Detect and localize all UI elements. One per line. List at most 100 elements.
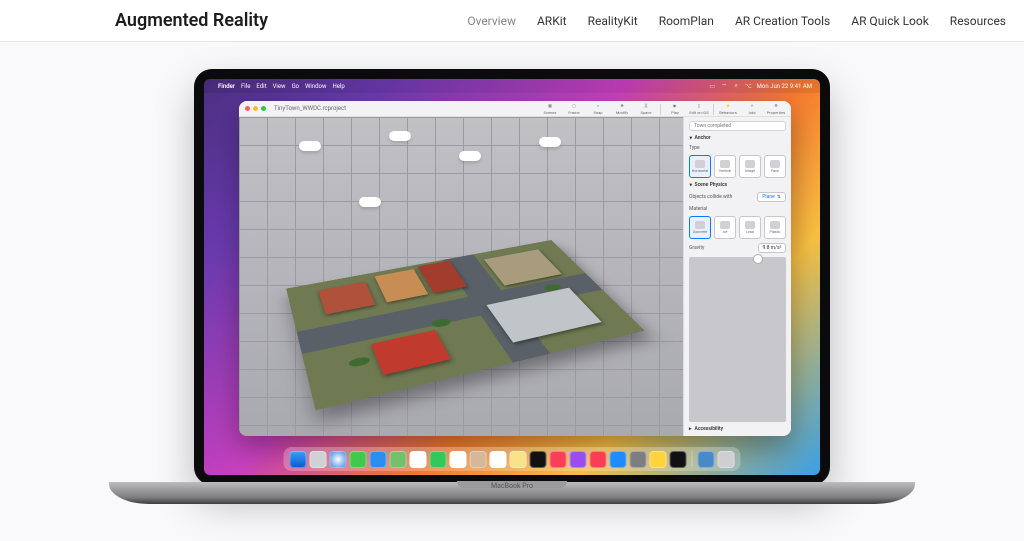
anchor-tile-horizontal[interactable]: Horizontal [689,155,711,178]
nav-link-overview[interactable]: Overview [467,14,516,28]
toolbar-add[interactable]: ＋Add [741,102,763,117]
dock-icon-tv[interactable] [530,451,547,468]
anchor-tile-image[interactable]: Image [739,155,761,178]
collide-dropdown[interactable]: Plane⇅ [757,192,786,202]
image-icon [745,160,755,168]
anchor-tile-vertical[interactable]: Vertical [714,155,736,178]
section-anchor-header[interactable]: Anchor [689,135,786,141]
face-icon [770,160,780,168]
menubar-right: ▭ ⌔ ⌕ ⌥ Mon Jun 22 9:41 AM [709,83,812,90]
material-tile-plastic[interactable]: Plastic [764,216,786,239]
toolbar-modify[interactable]: ✥Modify [611,102,633,117]
toolbar-space[interactable]: ╳Space [635,102,657,117]
gravity-label: Gravity [689,245,704,251]
dock-icon-mail[interactable] [370,451,387,468]
dock-icon-maps[interactable] [390,451,407,468]
magnet-icon: ∩ [595,103,602,109]
search-icon[interactable]: ⌕ [733,83,740,90]
dock-icon-contacts[interactable] [470,451,487,468]
dock-icon-downloads[interactable] [698,451,715,468]
material-icon [695,221,705,229]
dock-icon-app-store[interactable] [610,451,627,468]
material-icon [770,221,780,229]
nav-link-ar-quick-look[interactable]: AR Quick Look [851,14,929,28]
toolbar-properties[interactable]: ⚙Properties [765,102,787,117]
building[interactable] [371,330,451,375]
dock-icon-reminders[interactable] [490,451,507,468]
section-accessibility-header[interactable]: Accessibility [689,426,786,432]
dock-icon-terminal[interactable] [670,451,687,468]
toolbar-behaviors[interactable]: ⚡Behaviors [717,102,739,117]
scene-board[interactable] [286,240,644,411]
nav-link-realitykit[interactable]: RealityKit [588,14,638,28]
dock-icon-safari[interactable] [330,451,347,468]
battery-icon[interactable]: ▭ [709,83,716,90]
toolbar-play[interactable]: ▶Play [664,102,686,117]
material-tile-lead[interactable]: Lead [739,216,761,239]
anchor-tile-face[interactable]: Face [764,155,786,178]
menubar-file[interactable]: File [241,83,250,90]
cloud-icon [359,197,381,207]
menubar-help[interactable]: Help [333,83,345,90]
control-center-icon[interactable]: ⌥ [745,83,752,90]
dock-icon-launchpad[interactable] [310,451,327,468]
nav-link-resources[interactable]: Resources [950,14,1006,28]
dock-icon-finder[interactable] [290,451,307,468]
scene-name-field[interactable]: Town completed [689,121,786,131]
close-icon[interactable] [245,106,250,111]
material-tile-ice[interactable]: Ice [714,216,736,239]
menubar-clock[interactable]: Mon Jun 22 9:41 AM [757,83,812,90]
toolbar-frame[interactable]: ◻Frame [563,102,585,117]
plus-icon: ＋ [749,103,756,109]
macos-dock [284,447,741,471]
inspector-panel: Town completed Anchor Type Horizontal Ve… [683,117,791,436]
chevron-updown-icon: ⇅ [777,194,781,200]
app-body: Town completed Anchor Type Horizontal Ve… [239,117,791,436]
dock-icon-reality-composer[interactable] [650,451,667,468]
wifi-icon[interactable]: ⌔ [721,83,728,90]
toolbar-divider [713,104,714,115]
menubar-edit[interactable]: Edit [256,83,266,90]
cloud-icon [299,141,321,151]
material-tile-concrete[interactable]: Concrete [689,216,711,239]
nav-link-arkit[interactable]: ARKit [537,14,567,28]
global-nav: Augmented Reality Overview ARKit Reality… [0,0,1024,42]
grid-icon: ▦ [547,103,554,109]
app-toolbar: ▦Scenes ◻Frame ∩Snap ✥Modify ╳Space ▶Pla… [539,101,787,117]
dock-icon-photos[interactable] [410,451,427,468]
dock-icon-notes[interactable] [510,451,527,468]
nav-link-ar-creation-tools[interactable]: AR Creation Tools [735,14,830,28]
frame-icon: ◻ [571,103,578,109]
tree[interactable] [348,355,371,367]
section-physics-header[interactable]: Scene Physics [689,182,786,188]
dock-icon-podcasts[interactable] [570,451,587,468]
menubar-window[interactable]: Window [305,83,326,90]
dock-icon-calendar[interactable] [450,451,467,468]
cloud-icon [389,131,411,141]
zoom-icon[interactable] [261,106,266,111]
dock-icon-messages[interactable] [350,451,367,468]
gravity-slider[interactable] [689,257,786,422]
menubar-go[interactable]: Go [292,83,300,90]
laptop-label: MacBook Pro [109,482,915,490]
macos-menubar: Finder File Edit View Go Window Help ▭ ⌔… [204,79,820,93]
material-tiles: Concrete Ice Lead Plastic [689,216,786,239]
toolbar-snap[interactable]: ∩Snap [587,102,609,117]
laptop-screen-bezel: Finder File Edit View Go Window Help ▭ ⌔… [194,69,830,485]
menubar-view[interactable]: View [273,83,286,90]
dock-icon-system-preferences[interactable] [630,451,647,468]
nav-link-roomplan[interactable]: RoomPlan [659,14,714,28]
dock-icon-trash[interactable] [718,451,735,468]
dock-icon-news[interactable] [590,451,607,468]
toolbar-edit-on-ios[interactable]: ▯Edit on iOS [688,102,710,117]
window-titlebar[interactable]: TinyTown_WWDC.rcproject ▦Scenes ◻Frame ∩… [239,101,791,117]
building[interactable] [375,269,428,302]
minimize-icon[interactable] [253,106,258,111]
toolbar-scenes[interactable]: ▦Scenes [539,102,561,117]
building[interactable] [318,282,375,315]
scene-canvas[interactable] [239,117,683,436]
menubar-app-name[interactable]: Finder [218,83,235,90]
dock-icon-facetime[interactable] [430,451,447,468]
gravity-value-field[interactable]: 9.8 m/s² [758,243,786,253]
dock-icon-music[interactable] [550,451,567,468]
